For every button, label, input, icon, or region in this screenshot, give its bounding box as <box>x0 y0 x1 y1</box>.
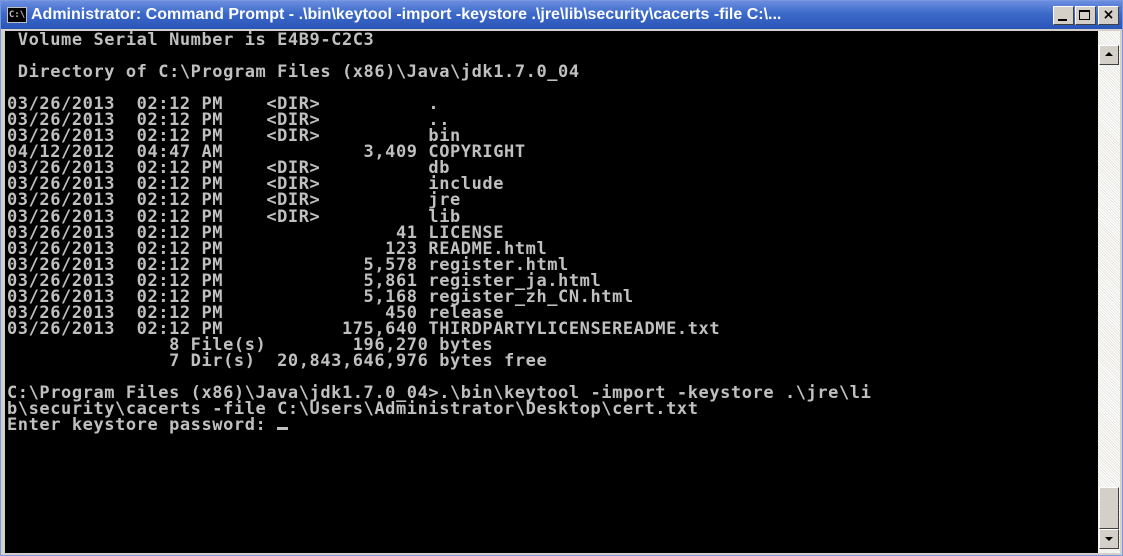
scroll-up-button[interactable] <box>1099 45 1119 65</box>
scrollbar-thumb[interactable] <box>1099 487 1119 529</box>
minimize-icon <box>1058 19 1067 21</box>
scroll-down-button[interactable] <box>1099 529 1119 549</box>
title-bar[interactable]: C:\ Administrator: Command Prompt - .\bi… <box>1 1 1122 29</box>
console-lines: Volume Serial Number is E4B9-C2C3 Direct… <box>7 31 871 419</box>
maximize-button[interactable] <box>1075 6 1096 25</box>
window-title: Administrator: Command Prompt - .\bin\ke… <box>31 6 782 23</box>
password-prompt: Enter keystore password: <box>7 415 278 436</box>
arrow-down-icon <box>1105 537 1113 541</box>
command-prompt-window: C:\ Administrator: Command Prompt - .\bi… <box>0 0 1123 556</box>
text-cursor <box>277 427 289 431</box>
console-output[interactable]: Volume Serial Number is E4B9-C2C3 Direct… <box>5 31 1098 553</box>
console-line: 7 Dir(s) 20,843,646,976 bytes free <box>169 350 548 371</box>
console-line: Volume Serial Number is E4B9-C2C3 <box>17 31 375 50</box>
close-icon: × <box>1102 7 1115 23</box>
vertical-scrollbar[interactable] <box>1098 31 1120 553</box>
maximize-icon <box>1079 10 1090 20</box>
console-line: Directory of C:\Program Files (x86)\Java… <box>17 62 580 83</box>
close-button[interactable]: × <box>1098 6 1119 25</box>
arrow-up-icon <box>1105 52 1113 56</box>
cmd-icon[interactable]: C:\ <box>7 7 27 23</box>
console-text: Volume Serial Number is E4B9-C2C3 Direct… <box>5 31 1098 436</box>
minimize-button[interactable] <box>1053 6 1074 25</box>
